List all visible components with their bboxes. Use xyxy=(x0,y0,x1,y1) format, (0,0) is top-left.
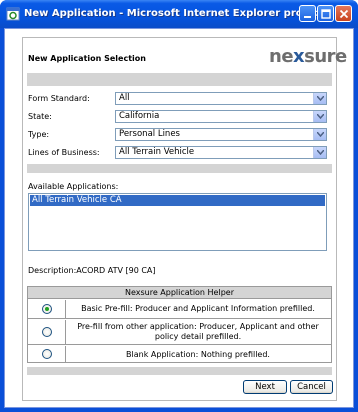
state-select[interactable]: California xyxy=(115,110,327,123)
prefill-other-text: Pre-fill from other application: Produce… xyxy=(77,322,319,341)
page-title: New Application Selection xyxy=(28,54,146,63)
type-value: Personal Lines xyxy=(119,129,180,139)
lines-of-business-label: Lines of Business: xyxy=(28,148,100,157)
type-select[interactable]: Personal Lines xyxy=(115,128,327,141)
blank-application-text: Blank Application: Nothing prefilled. xyxy=(126,349,270,359)
radio-cell xyxy=(28,320,66,344)
maximize-icon xyxy=(321,9,331,19)
logo-suffix: sure xyxy=(304,46,347,67)
dropdown-arrow-icon[interactable] xyxy=(313,93,326,104)
close-icon xyxy=(339,9,349,19)
window-client: New Application Selection nexsure Form S… xyxy=(4,28,354,408)
available-applications-label: Available Applications: xyxy=(28,182,119,191)
nexsure-logo: nexsure xyxy=(269,46,347,67)
description-text: Description:ACORD ATV [90 CA] xyxy=(28,266,156,275)
title-bar[interactable]: New Application - Microsoft Internet Exp… xyxy=(0,0,358,28)
blank-application-radio[interactable] xyxy=(42,349,52,359)
form-standard-select[interactable]: All xyxy=(115,92,327,105)
dropdown-arrow-icon[interactable] xyxy=(313,129,326,140)
internet-explorer-icon xyxy=(6,7,20,21)
application-helper-table: Nexsure Application Helper Basic Pre-fil… xyxy=(27,286,332,363)
helper-option-row[interactable]: Pre-fill from other application: Produce… xyxy=(28,320,331,345)
lines-of-business-select[interactable]: All Terrain Vehicle xyxy=(115,146,327,159)
minimize-icon xyxy=(304,16,311,18)
helper-title: Nexsure Application Helper xyxy=(28,287,331,299)
form-standard-label: Form Standard: xyxy=(28,94,90,103)
header-divider-bar xyxy=(27,73,332,86)
prefill-other-radio[interactable] xyxy=(42,327,52,337)
list-item[interactable]: All Terrain Vehicle CA xyxy=(30,195,325,206)
logo-prefix: ne xyxy=(269,46,294,67)
dropdown-arrow-icon[interactable] xyxy=(313,147,326,158)
ie-window: New Application - Microsoft Internet Exp… xyxy=(0,0,358,412)
helper-option-row[interactable]: Basic Pre-fill: Producer and Applicant I… xyxy=(28,300,331,319)
state-value: California xyxy=(119,111,160,121)
footer-divider-bar xyxy=(27,367,332,375)
minimize-button[interactable] xyxy=(299,5,316,22)
basic-prefill-text: Basic Pre-fill: Producer and Applicant I… xyxy=(81,304,315,313)
basic-prefill-radio[interactable] xyxy=(42,304,52,314)
helper-option-row[interactable]: Blank Application: Nothing prefilled. xyxy=(28,346,331,363)
available-applications-list[interactable]: All Terrain Vehicle CA xyxy=(28,193,327,251)
logo-x: x xyxy=(293,46,305,67)
cancel-button[interactable]: Cancel xyxy=(290,380,333,394)
next-button[interactable]: Next xyxy=(243,380,287,394)
radio-selected-dot xyxy=(45,307,49,311)
radio-cell xyxy=(28,346,66,363)
radio-cell xyxy=(28,300,66,318)
form-standard-value: All xyxy=(119,93,130,103)
close-button[interactable] xyxy=(335,5,352,22)
maximize-button[interactable] xyxy=(317,5,334,22)
dropdown-arrow-icon[interactable] xyxy=(313,111,326,122)
application-panel: New Application Selection nexsure Form S… xyxy=(22,37,347,401)
state-label: State: xyxy=(28,112,52,121)
form-divider-bar xyxy=(27,164,332,173)
type-label: Type: xyxy=(28,130,50,139)
lines-of-business-value: All Terrain Vehicle xyxy=(119,147,195,157)
